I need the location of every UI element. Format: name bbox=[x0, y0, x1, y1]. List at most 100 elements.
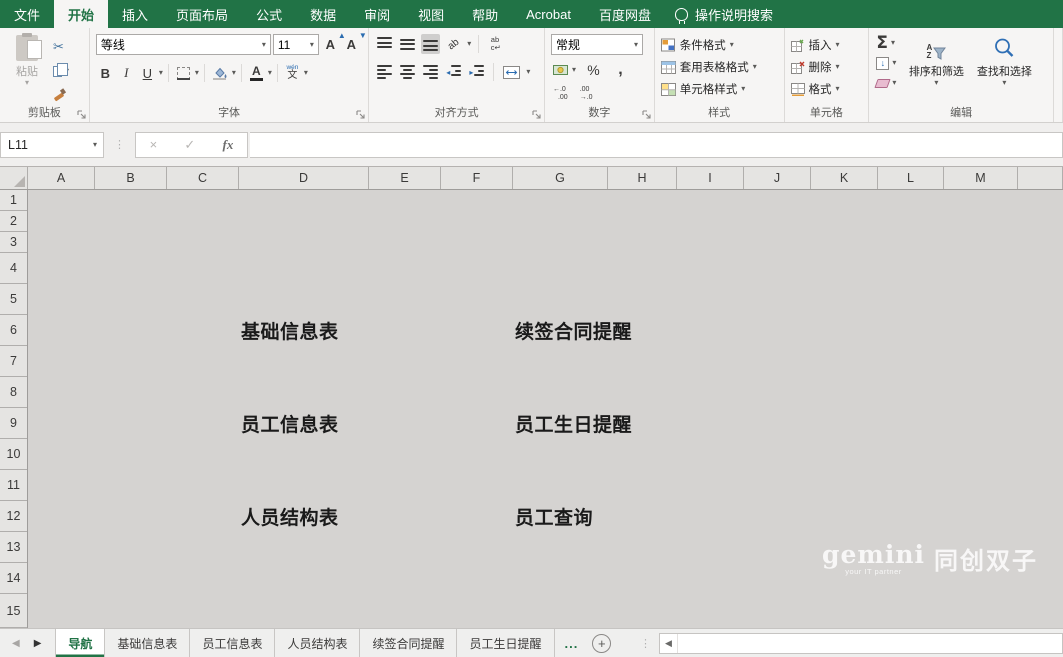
merge-center-button[interactable] bbox=[501, 62, 522, 82]
sheet-tab-员工信息表[interactable]: 员工信息表 bbox=[190, 629, 275, 657]
menu-tab-帮助[interactable]: 帮助 bbox=[458, 0, 512, 28]
menu-tab-开始[interactable]: 开始 bbox=[54, 0, 108, 28]
row-header-5[interactable]: 5 bbox=[0, 284, 27, 315]
cell-G6[interactable]: 续签合同提醒 bbox=[515, 315, 632, 346]
cell-D9[interactable]: 员工信息表 bbox=[241, 408, 339, 439]
decrease-indent-button[interactable]: ◂ bbox=[444, 62, 463, 82]
menu-tab-百度网盘[interactable]: 百度网盘 bbox=[585, 0, 665, 28]
align-middle-button[interactable] bbox=[398, 34, 417, 54]
menu-tab-视图[interactable]: 视图 bbox=[404, 0, 458, 28]
copy-button[interactable]: ▾ bbox=[50, 61, 72, 81]
sheet-tab-续签合同提醒[interactable]: 续签合同提醒 bbox=[360, 629, 457, 657]
paste-button[interactable]: 粘贴 ▾ bbox=[4, 32, 50, 106]
chevron-down-icon[interactable]: ▾ bbox=[526, 68, 530, 76]
menu-tab-插入[interactable]: 插入 bbox=[108, 0, 162, 28]
align-top-button[interactable] bbox=[375, 34, 394, 54]
menu-tab-数据[interactable]: 数据 bbox=[296, 0, 350, 28]
row-header-1[interactable]: 1 bbox=[0, 190, 27, 211]
column-header-D[interactable]: D bbox=[239, 167, 369, 189]
column-header-B[interactable]: B bbox=[95, 167, 167, 189]
add-sheet-button[interactable]: + bbox=[592, 634, 611, 653]
column-header-C[interactable]: C bbox=[167, 167, 239, 189]
row-header-9[interactable]: 9 bbox=[0, 408, 27, 439]
formula-bar-grip[interactable]: ⋮ bbox=[104, 138, 135, 151]
sheet-tab-员工生日提醒[interactable]: 员工生日提醒 bbox=[457, 629, 554, 657]
column-header-F[interactable]: F bbox=[441, 167, 513, 189]
chevron-down-icon[interactable]: ▾ bbox=[268, 69, 272, 77]
accounting-format-button[interactable]: ▾ bbox=[553, 64, 576, 76]
dialog-launcher-icon[interactable] bbox=[642, 110, 651, 119]
row-header-6[interactable]: 6 bbox=[0, 315, 27, 346]
italic-button[interactable]: I bbox=[117, 63, 136, 83]
sheet-scroll-left-button[interactable]: ◀ bbox=[12, 638, 20, 649]
align-right-button[interactable] bbox=[421, 62, 440, 82]
column-header-I[interactable]: I bbox=[677, 167, 744, 189]
conditional-formatting-button[interactable]: 条件格式▾ bbox=[661, 35, 778, 55]
comma-style-button[interactable]: , bbox=[611, 60, 630, 80]
wrap-text-button[interactable]: abc↵ bbox=[486, 34, 505, 54]
row-header-7[interactable]: 7 bbox=[0, 346, 27, 377]
format-painter-button[interactable] bbox=[50, 85, 72, 105]
column-header-E[interactable]: E bbox=[369, 167, 441, 189]
hscroll-left-icon[interactable]: ◀ bbox=[660, 634, 678, 653]
align-bottom-button[interactable] bbox=[421, 34, 440, 54]
font-size-select[interactable]: 11 ▾ bbox=[273, 34, 319, 55]
chevron-down-icon[interactable]: ▾ bbox=[304, 69, 308, 77]
grow-font-button[interactable]: A▲ bbox=[321, 35, 340, 55]
font-name-select[interactable]: 等线 ▾ bbox=[96, 34, 271, 55]
menu-tab-Acrobat[interactable]: Acrobat bbox=[512, 0, 585, 28]
enter-button[interactable]: ✓ bbox=[184, 137, 195, 153]
column-header-G[interactable]: G bbox=[513, 167, 608, 189]
row-header-2[interactable]: 2 bbox=[0, 211, 27, 232]
chevron-down-icon[interactable]: ▾ bbox=[195, 69, 199, 77]
row-header-8[interactable]: 8 bbox=[0, 377, 27, 408]
more-sheets-button[interactable]: ... bbox=[555, 629, 589, 657]
underline-button[interactable]: U bbox=[138, 63, 157, 83]
row-header-10[interactable]: 10 bbox=[0, 439, 27, 470]
chevron-down-icon[interactable]: ▾ bbox=[159, 69, 163, 77]
sheet-tab-人员结构表[interactable]: 人员结构表 bbox=[275, 629, 360, 657]
borders-button[interactable] bbox=[174, 63, 193, 83]
find-select-button[interactable]: 查找和选择 ▾ bbox=[973, 32, 1035, 106]
fill-button[interactable]: ↓▾ bbox=[873, 54, 899, 72]
insert-function-button[interactable]: fx bbox=[223, 137, 234, 153]
cancel-button[interactable]: × bbox=[150, 137, 158, 152]
row-header-3[interactable]: 3 bbox=[0, 232, 27, 253]
cell-D6[interactable]: 基础信息表 bbox=[241, 315, 339, 346]
delete-cells-button[interactable]: 删除▾ bbox=[791, 57, 863, 77]
row-header-4[interactable]: 4 bbox=[0, 253, 27, 284]
decrease-decimal-button[interactable]: .00→.0 bbox=[580, 86, 593, 102]
autosum-button[interactable]: Σ▾ bbox=[873, 34, 899, 52]
cell-D12[interactable]: 人员结构表 bbox=[241, 501, 339, 532]
align-left-button[interactable] bbox=[375, 62, 394, 82]
column-header-L[interactable]: L bbox=[878, 167, 944, 189]
sort-filter-button[interactable]: AZ 排序和筛选 ▾ bbox=[905, 32, 967, 106]
phonetic-guide-button[interactable]: wén文 bbox=[283, 63, 302, 83]
column-header-K[interactable]: K bbox=[811, 167, 878, 189]
column-header-J[interactable]: J bbox=[744, 167, 811, 189]
format-as-table-button[interactable]: 套用表格格式▾ bbox=[661, 57, 778, 77]
dialog-launcher-icon[interactable] bbox=[77, 110, 86, 119]
font-color-button[interactable]: A bbox=[247, 63, 266, 83]
align-center-button[interactable] bbox=[398, 62, 417, 82]
row-header-15[interactable]: 15 bbox=[0, 594, 27, 628]
chevron-down-icon[interactable]: ▾ bbox=[467, 40, 471, 48]
sheet-tab-导航[interactable]: 导航 bbox=[55, 629, 105, 657]
sheet-scroll-right-button[interactable]: ▶ bbox=[34, 638, 42, 649]
cell-G9[interactable]: 员工生日提醒 bbox=[515, 408, 632, 439]
tell-me-search[interactable]: 操作说明搜索 bbox=[665, 0, 783, 28]
chevron-down-icon[interactable]: ▾ bbox=[232, 69, 236, 77]
column-header-A[interactable]: A bbox=[28, 167, 95, 189]
row-header-13[interactable]: 13 bbox=[0, 532, 27, 563]
shrink-font-button[interactable]: A▼ bbox=[342, 35, 361, 55]
row-header-11[interactable]: 11 bbox=[0, 470, 27, 501]
row-header-12[interactable]: 12 bbox=[0, 501, 27, 532]
percent-style-button[interactable]: % bbox=[584, 60, 603, 80]
orientation-button[interactable]: ab bbox=[444, 34, 463, 54]
fill-color-button[interactable] bbox=[210, 63, 230, 83]
menu-tab-文件[interactable]: 文件 bbox=[0, 0, 54, 28]
cell-styles-button[interactable]: 单元格样式▾ bbox=[661, 79, 778, 99]
increase-decimal-button[interactable]: ←.0.00 bbox=[553, 86, 568, 102]
cut-button[interactable]: ✂ bbox=[50, 37, 72, 57]
clear-button[interactable]: ▾ bbox=[873, 74, 899, 92]
